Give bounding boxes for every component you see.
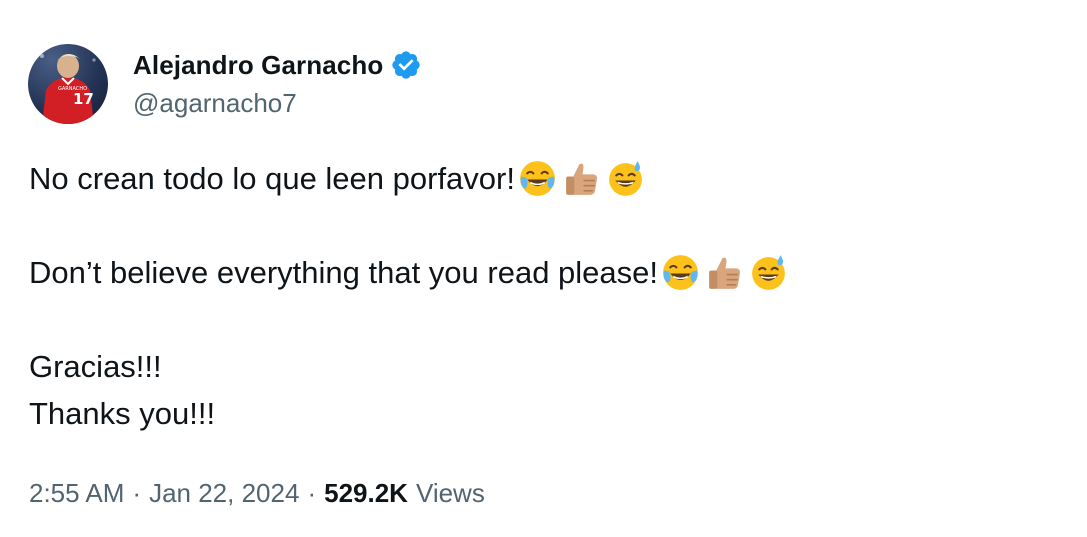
tweet-line-3: Gracias!!!	[29, 343, 1049, 390]
tweet-text-english: Don’t believe everything that you read p…	[29, 255, 659, 290]
tweet-text-gracias: Gracias!!!	[29, 349, 162, 384]
thumbs-up-medium-light-icon	[704, 252, 745, 293]
tweet-line-1: No crean todo lo que leen porfavor!	[29, 155, 1049, 202]
face-with-tears-of-joy-icon	[517, 158, 558, 199]
svg-text:17: 17	[73, 90, 94, 108]
avatar[interactable]: 17 GARNACHO	[28, 44, 108, 124]
tweet-card: 17 GARNACHO Alejandro Garnacho @agarnach…	[0, 0, 1087, 537]
name-row: Alejandro Garnacho	[133, 46, 422, 84]
author-display-name[interactable]: Alejandro Garnacho	[133, 50, 383, 81]
author-handle[interactable]: @agarnacho7	[133, 88, 422, 118]
author-block: Alejandro Garnacho @agarnacho7	[133, 46, 422, 118]
tweet-line-4: Thanks you!!!	[29, 390, 1049, 437]
thumbs-up-medium-light-icon	[561, 158, 602, 199]
tweet-body: No crean todo lo que leen porfavor! Don’…	[29, 155, 1049, 437]
tweet-date[interactable]: Jan 22, 2024	[149, 478, 299, 509]
tweet-text-thanks: Thanks you!!!	[29, 396, 216, 431]
verified-badge-icon[interactable]	[390, 49, 422, 81]
grinning-sweat-icon	[748, 252, 789, 293]
svg-text:GARNACHO: GARNACHO	[58, 86, 87, 92]
tweet-meta: 2:55 AM · Jan 22, 2024 · 529.2K Views	[29, 478, 485, 509]
meta-separator: ·	[132, 478, 142, 508]
views-label[interactable]: Views	[416, 478, 485, 509]
avatar-photo-icon: 17 GARNACHO	[40, 53, 96, 124]
meta-separator: ·	[307, 478, 317, 508]
tweet-time[interactable]: 2:55 AM	[29, 478, 124, 509]
tweet-line-2: Don’t believe everything that you read p…	[29, 249, 1049, 296]
views-count[interactable]: 529.2K	[324, 478, 408, 509]
face-with-tears-of-joy-icon	[660, 252, 701, 293]
emoji-group	[660, 252, 792, 293]
emoji-group	[517, 158, 649, 199]
tweet-text-spanish: No crean todo lo que leen porfavor!	[29, 161, 515, 196]
grinning-sweat-icon	[605, 158, 646, 199]
